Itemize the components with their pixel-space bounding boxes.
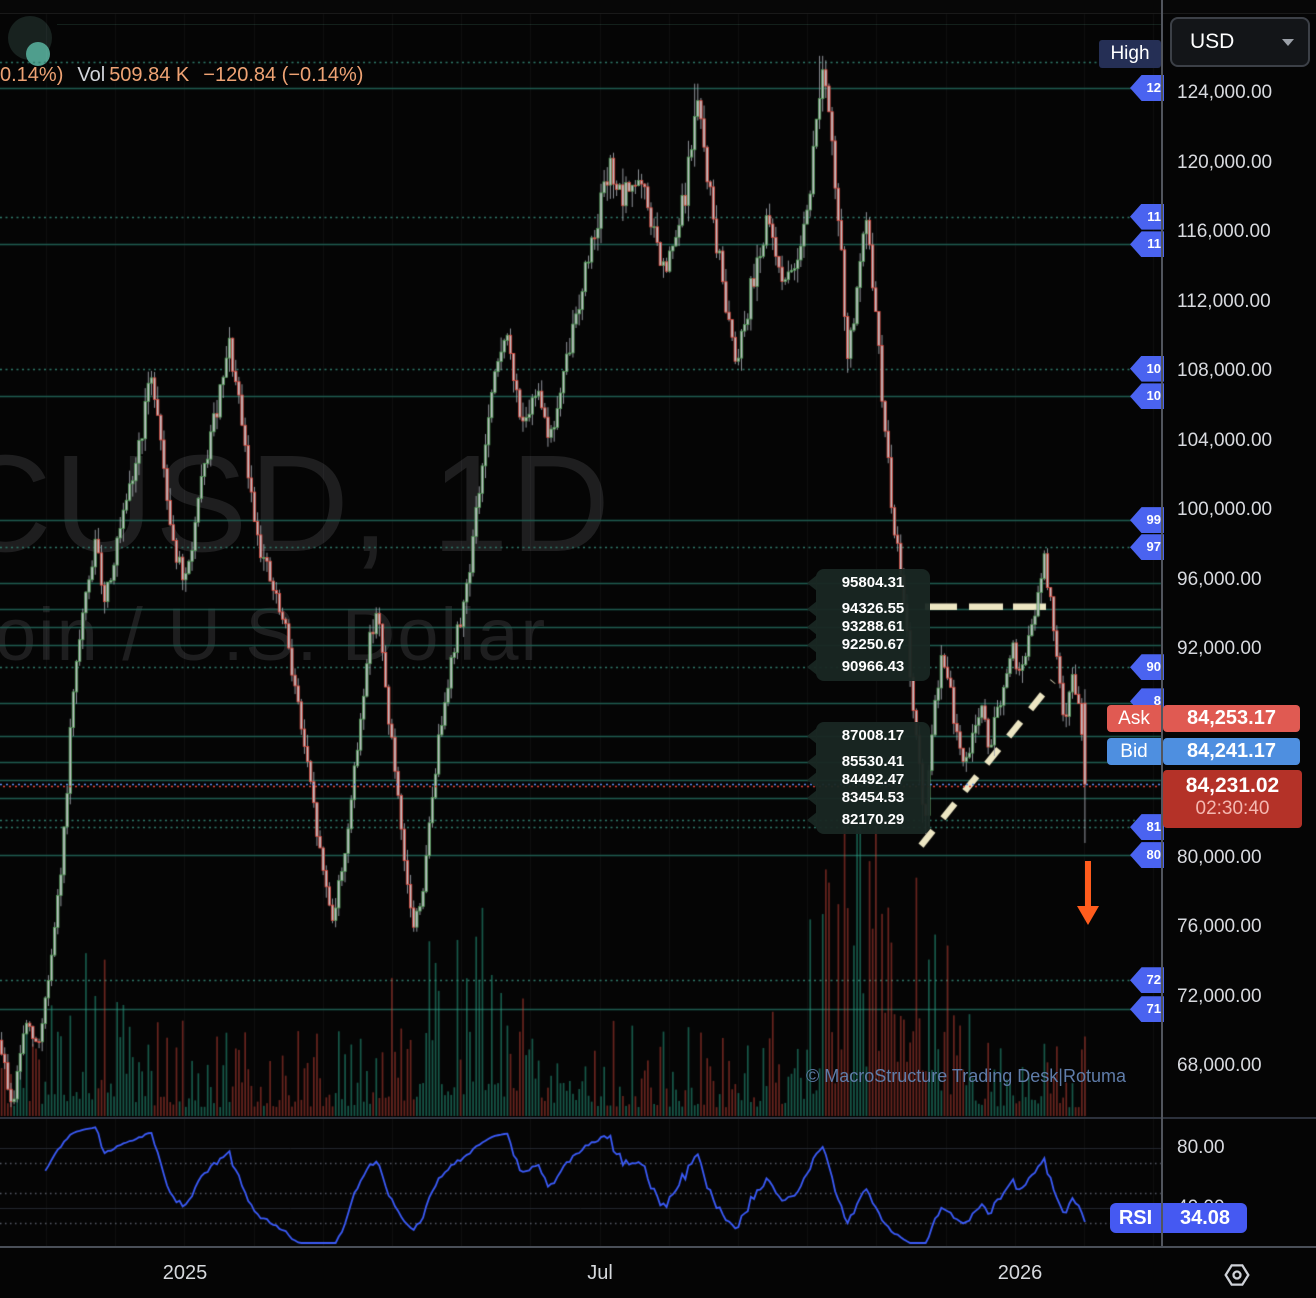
price-axis-label: 92,000.00	[1177, 638, 1262, 660]
price-axis-label: 76,000.00	[1177, 916, 1262, 938]
sell-arrow-annotation	[1085, 861, 1091, 908]
last-price-value: 84,231.02	[1163, 774, 1302, 798]
pane-separator[interactable]	[0, 1117, 1316, 1119]
level-price-label: 85530.41	[816, 753, 930, 770]
level-label-group: 95804.31 94326.5593288.6192250.67 90966.43	[816, 569, 930, 681]
level-price-label: 94326.55	[816, 600, 930, 617]
level-price-label: 90966.43	[816, 658, 930, 675]
price-axis-label: 96,000.00	[1177, 569, 1262, 591]
bid-button[interactable]: Bid	[1107, 738, 1161, 765]
currency-value: USD	[1190, 30, 1282, 54]
level-price-label: 83454.53	[816, 789, 930, 806]
rsi-indicator-badge[interactable]: RSI	[1110, 1203, 1161, 1233]
price-axis-separator[interactable]	[1161, 0, 1163, 1298]
level-label-pointer-icon	[807, 728, 817, 744]
time-axis-label: Jul	[587, 1262, 613, 1285]
price-axis-label: 80,000.00	[1177, 847, 1262, 869]
ask-price[interactable]: 84,253.17	[1163, 705, 1300, 732]
chevron-down-icon	[1282, 39, 1294, 46]
level-price-label: 87008.17	[816, 727, 930, 744]
level-label-pointer-icon	[807, 619, 817, 635]
level-label-pointer-icon	[807, 772, 817, 788]
level-label-pointer-icon	[807, 601, 817, 617]
bid-price[interactable]: 84,241.17	[1163, 738, 1300, 765]
level-label-pointer-icon	[807, 754, 817, 770]
copyright-link[interactable]: © MacroStructure Trading Desk|Rotuma	[806, 1066, 1126, 1087]
price-axis-label: 108,000.00	[1177, 360, 1272, 382]
level-price-label: 82170.29	[816, 811, 930, 828]
rsi-axis-label: 80.00	[1177, 1137, 1225, 1159]
ask-button[interactable]: Ask	[1107, 705, 1161, 732]
bar-countdown: 02:30:40	[1163, 798, 1302, 820]
price-axis-label: 72,000.00	[1177, 986, 1262, 1008]
level-label-pointer-icon	[807, 637, 817, 653]
pane-settings-icon[interactable]	[1220, 1258, 1254, 1292]
price-axis-label: 68,000.00	[1177, 1055, 1262, 1077]
level-price-label: 92250.67	[816, 636, 930, 653]
level-label-pointer-icon	[807, 812, 817, 828]
price-axis-label: 116,000.00	[1177, 221, 1271, 243]
time-axis-label: 2025	[163, 1262, 208, 1285]
level-label-pointer-icon	[807, 575, 817, 591]
currency-dropdown[interactable]: USD	[1170, 17, 1310, 67]
time-axis[interactable]: 2025 Jul 2026	[0, 1248, 1316, 1298]
level-price-label: 93288.61	[816, 618, 930, 635]
time-axis-label: 2026	[998, 1262, 1043, 1285]
level-label-group: 87008.17 85530.4184492.4783454.53 82170.29	[816, 722, 930, 834]
price-axis-label: 120,000.00	[1177, 152, 1272, 174]
level-label-pointer-icon	[807, 659, 817, 675]
level-price-label: 84492.47	[816, 771, 930, 788]
level-price-label: 95804.31	[816, 574, 930, 591]
price-chart-canvas[interactable]	[0, 0, 1316, 1247]
price-axis-label: 100,000.00	[1177, 499, 1272, 521]
rsi-value-badge: 34.08	[1163, 1203, 1247, 1233]
last-price-box: 84,231.02 02:30:40	[1163, 770, 1302, 828]
price-axis-label: 104,000.00	[1177, 430, 1272, 452]
level-label-pointer-icon	[807, 790, 817, 806]
price-axis-label: 112,000.00	[1177, 291, 1271, 313]
high-price-badge: High	[1099, 40, 1161, 68]
price-axis-label: 124,000.00	[1177, 82, 1272, 104]
trading-app-window: 0.14%)Vol509.84 K−120.84 (−0.14%) CUSD, …	[0, 0, 1316, 1298]
sell-arrow-head-icon	[1077, 906, 1099, 925]
timeline-separator	[0, 1246, 1316, 1248]
